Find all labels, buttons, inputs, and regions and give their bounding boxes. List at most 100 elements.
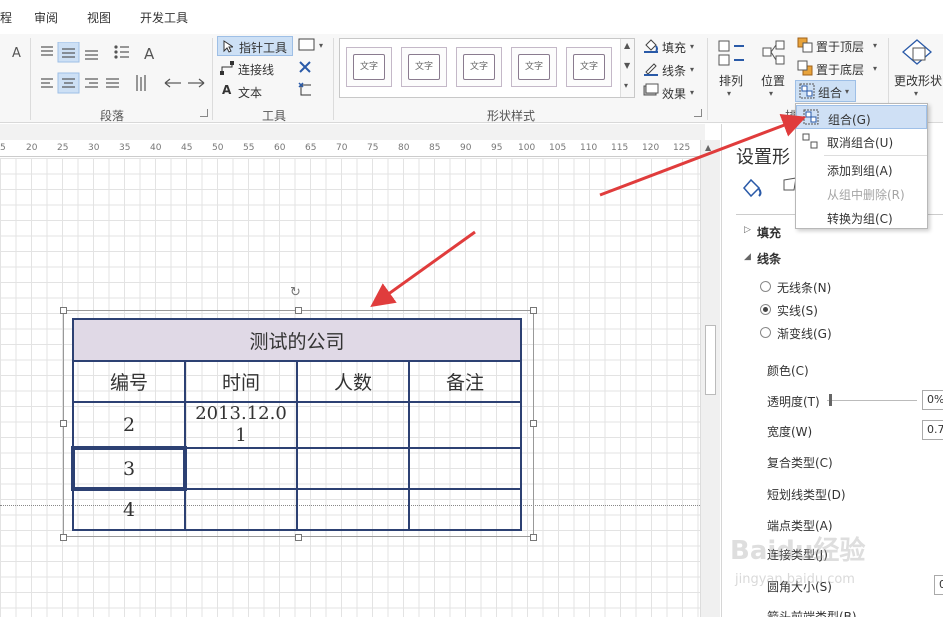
group-separator	[212, 38, 213, 120]
line-section-header[interactable]: 线条	[757, 250, 781, 267]
line-expand-icon[interactable]: ◢	[744, 252, 751, 262]
resize-handle[interactable]	[530, 534, 537, 541]
corner-size-input[interactable]: 0	[934, 575, 943, 595]
ruler-tick: 35	[119, 143, 131, 153]
shape-styles-launcher-icon[interactable]	[694, 109, 702, 117]
arrange-dropdown-icon[interactable]: ▾	[727, 89, 731, 98]
change-shape-dropdown-icon[interactable]: ▾	[914, 89, 918, 98]
bring-front-dropdown-icon[interactable]: ▾	[873, 41, 877, 50]
change-shape-button[interactable]: 更改形状	[894, 72, 942, 89]
scroll-thumb[interactable]	[705, 325, 716, 395]
line-dropdown-icon[interactable]: ▾	[690, 65, 694, 74]
resize-handle[interactable]	[60, 534, 67, 541]
table-cell[interactable]	[408, 447, 522, 490]
resize-handle[interactable]	[530, 307, 537, 314]
fill-dropdown-icon[interactable]: ▾	[690, 42, 694, 51]
gallery-more-icon[interactable]: ▾	[624, 81, 628, 90]
resize-handle[interactable]	[295, 307, 302, 314]
menu-item-partial[interactable]: 程	[0, 9, 12, 26]
gradient-line-label[interactable]: 渐变线(G)	[777, 325, 832, 342]
table-cell[interactable]: 2	[72, 401, 186, 449]
menu-item-developer[interactable]: 开发工具	[140, 9, 188, 26]
send-to-back-button[interactable]: 置于底层	[816, 61, 864, 78]
gallery-down-icon[interactable]: ▼	[624, 61, 630, 70]
resize-handle[interactable]	[530, 420, 537, 427]
table-cell[interactable]	[296, 488, 410, 531]
fill-section-header[interactable]: 填充	[757, 224, 781, 241]
paragraph-launcher-icon[interactable]	[200, 109, 208, 117]
vertical-scrollbar[interactable]: ▲	[700, 140, 720, 617]
table-cell[interactable]	[296, 401, 410, 449]
menu-item-convert-to-group[interactable]: 转换为组(C)	[796, 205, 927, 229]
bring-to-front-button[interactable]: 置于顶层	[816, 38, 864, 55]
font-size-down-icon[interactable]: A	[12, 46, 21, 61]
fill-button[interactable]: 填充	[662, 39, 686, 56]
transparency-slider-track[interactable]	[827, 400, 917, 401]
solid-line-radio[interactable]	[760, 304, 771, 315]
shape-style-gallery: 文字 文字 文字 文字 文字 ▲ ▼ ▾	[339, 38, 635, 98]
no-line-label[interactable]: 无线条(N)	[777, 279, 831, 296]
effects-button[interactable]: 效果	[662, 85, 686, 102]
table-cell[interactable]	[296, 447, 410, 490]
line-button[interactable]: 线条	[662, 62, 686, 79]
width-input[interactable]: 0.7	[922, 420, 943, 440]
group-button[interactable]: 组合 ▾	[795, 80, 856, 102]
resize-handle[interactable]	[60, 420, 67, 427]
menu-item-view[interactable]: 视图	[87, 9, 111, 26]
ruler-tick: 55	[243, 143, 255, 153]
arrange-button[interactable]: 排列	[719, 72, 743, 89]
shape-style-1[interactable]: 文字	[346, 47, 392, 87]
company-table[interactable]: 测试的公司 编号 时间 人数 备注 2 2013.12.01 3 4	[71, 318, 522, 531]
rectangle-shape-icon[interactable]: ▾	[298, 38, 328, 52]
table-title-cell[interactable]: 测试的公司	[72, 318, 522, 362]
table-cell[interactable]	[184, 447, 298, 490]
resize-handle[interactable]	[295, 534, 302, 541]
table-cell[interactable]: 2013.12.01	[184, 401, 298, 449]
table-header-cell[interactable]: 编号	[72, 360, 186, 403]
menu-item-add-to-group[interactable]: 添加到组(A)	[796, 157, 927, 181]
gallery-up-icon[interactable]: ▲	[624, 41, 630, 50]
ruler-tick: 30	[88, 143, 100, 153]
menu-item-ungroup[interactable]: 取消组合(U)	[796, 129, 927, 153]
transparency-slider-thumb[interactable]	[829, 394, 832, 406]
scroll-up-icon[interactable]: ▲	[705, 143, 711, 152]
table-cell[interactable]	[184, 488, 298, 531]
connector-tool-button[interactable]: 连接线	[238, 61, 274, 78]
close-x-icon[interactable]	[299, 61, 311, 73]
position-dropdown-icon[interactable]: ▾	[769, 89, 773, 98]
position-button[interactable]: 位置	[761, 72, 785, 89]
shape-style-3[interactable]: 文字	[456, 47, 502, 87]
resize-handle[interactable]	[60, 307, 67, 314]
transparency-input[interactable]: 0%	[922, 390, 943, 410]
no-line-radio[interactable]	[760, 281, 771, 292]
table-header-cell[interactable]: 时间	[184, 360, 298, 403]
pointer-tool-button[interactable]: 指针工具	[217, 36, 293, 56]
gallery-scroll[interactable]: ▲ ▼ ▾	[620, 39, 634, 97]
shape-style-4[interactable]: 文字	[511, 47, 557, 87]
table-cell[interactable]: 4	[72, 488, 186, 531]
connection-point-icon[interactable]	[297, 82, 315, 98]
gradient-line-radio[interactable]	[760, 327, 771, 338]
ruler-tick: 75	[367, 143, 379, 153]
effects-dropdown-icon[interactable]: ▾	[690, 88, 694, 97]
shape-style-2[interactable]: 文字	[401, 47, 447, 87]
solid-line-label[interactable]: 实线(S)	[777, 302, 818, 319]
fill-line-tab-icon[interactable]	[740, 176, 764, 198]
fill-collapse-icon[interactable]: ▷	[744, 225, 751, 235]
table-header-cell[interactable]: 备注	[408, 360, 522, 403]
menu-item-group[interactable]: 组合(G)	[796, 105, 927, 129]
send-back-dropdown-icon[interactable]: ▾	[873, 64, 877, 73]
paragraph-icons[interactable]: A	[38, 42, 208, 102]
menu-item-label: 添加到组(A)	[827, 164, 893, 178]
menu-item-label: 从组中删除(R)	[827, 188, 905, 202]
menu-item-remove-from-group: 从组中删除(R)	[796, 181, 927, 205]
menu-item-review[interactable]: 审阅	[34, 9, 58, 26]
shape-style-5[interactable]: 文字	[566, 47, 612, 87]
ruler-tick: 90	[460, 143, 472, 153]
rotate-handle-icon[interactable]: ↻	[290, 285, 301, 300]
table-header-cell[interactable]: 人数	[296, 360, 410, 403]
text-tool-button[interactable]: 文本	[238, 84, 262, 101]
table-cell[interactable]: 3	[71, 446, 187, 491]
table-cell[interactable]	[408, 488, 522, 531]
table-cell[interactable]	[408, 401, 522, 449]
